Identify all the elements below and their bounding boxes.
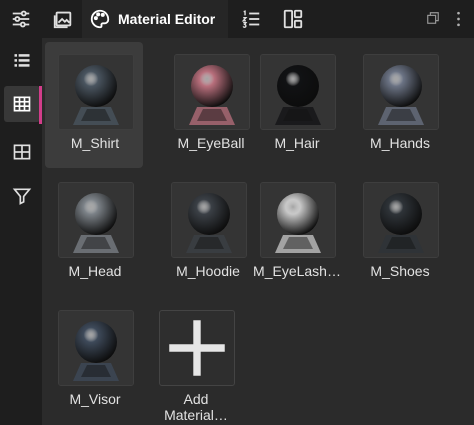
large-grid-icon[interactable]: [4, 134, 40, 170]
add-material-button[interactable]: Add Material…: [146, 298, 244, 424]
sphere-preview: [364, 55, 438, 129]
material-item-m-shirt[interactable]: M_Shirt: [45, 42, 143, 168]
material-item-m-visor[interactable]: M_Visor: [45, 298, 143, 424]
material-name: M_Hoodie: [176, 263, 240, 279]
add-material-tile: [159, 310, 235, 386]
material-item-m-hoodie[interactable]: M_Hoodie: [158, 170, 256, 296]
material-preview: [260, 54, 336, 130]
material-name: M_EyeBall: [177, 135, 245, 151]
sphere-preview: [59, 311, 133, 385]
tab-material-editor[interactable]: Material Editor: [82, 0, 228, 38]
material-preview: [363, 182, 439, 258]
sphere-preview: [261, 183, 335, 257]
top-toolbar: Material Editor: [0, 0, 474, 38]
material-item-m-shoes[interactable]: M_Shoes: [350, 170, 448, 296]
sphere-preview: [59, 183, 133, 257]
material-name: M_Shirt: [70, 135, 120, 151]
plus-icon: [169, 320, 225, 376]
material-item-m-hair[interactable]: M_Hair: [247, 42, 345, 168]
grid-view-icon[interactable]: [4, 86, 40, 122]
filter-icon[interactable]: [4, 178, 40, 214]
material-name: M_Visor: [69, 391, 121, 407]
material-name: M_EyeLash…: [253, 263, 341, 279]
material-item-m-head[interactable]: M_Head: [45, 170, 143, 296]
material-grid: M_Shirt M_EyeBall M_Hair M_Hands M_Head …: [42, 38, 474, 425]
tab-label: Material Editor: [118, 11, 216, 27]
sliders-icon[interactable]: [4, 4, 38, 34]
material-preview: [58, 54, 134, 130]
sphere-preview: [59, 55, 133, 129]
sphere-preview: [261, 55, 335, 129]
layout-icon[interactable]: [276, 4, 310, 34]
list-view-icon[interactable]: [4, 42, 40, 78]
material-preview: [260, 182, 336, 258]
sphere-preview: [172, 183, 246, 257]
material-name: M_Hands: [370, 135, 430, 151]
sidebar: [0, 38, 42, 425]
material-name: M_Head: [68, 263, 122, 279]
palette-icon: [82, 8, 118, 30]
material-item-m-eyeball[interactable]: M_EyeBall: [161, 42, 259, 168]
sphere-preview: [364, 183, 438, 257]
image-icon[interactable]: [46, 4, 80, 34]
material-preview: [174, 54, 250, 130]
more-options-icon[interactable]: [448, 8, 468, 30]
material-preview: [363, 54, 439, 130]
material-item-m-eyelashes[interactable]: M_EyeLash…: [247, 170, 345, 296]
numbered-list-icon[interactable]: [234, 4, 268, 34]
material-name: M_Shoes: [370, 263, 430, 279]
sphere-preview: [175, 55, 249, 129]
material-preview: [58, 182, 134, 258]
material-preview: [58, 310, 134, 386]
add-material-label: Add Material…: [164, 391, 228, 423]
material-name: M_Hair: [274, 135, 320, 151]
restore-window-icon[interactable]: [426, 11, 442, 27]
material-preview: [171, 182, 247, 258]
material-item-m-hands[interactable]: M_Hands: [350, 42, 448, 168]
